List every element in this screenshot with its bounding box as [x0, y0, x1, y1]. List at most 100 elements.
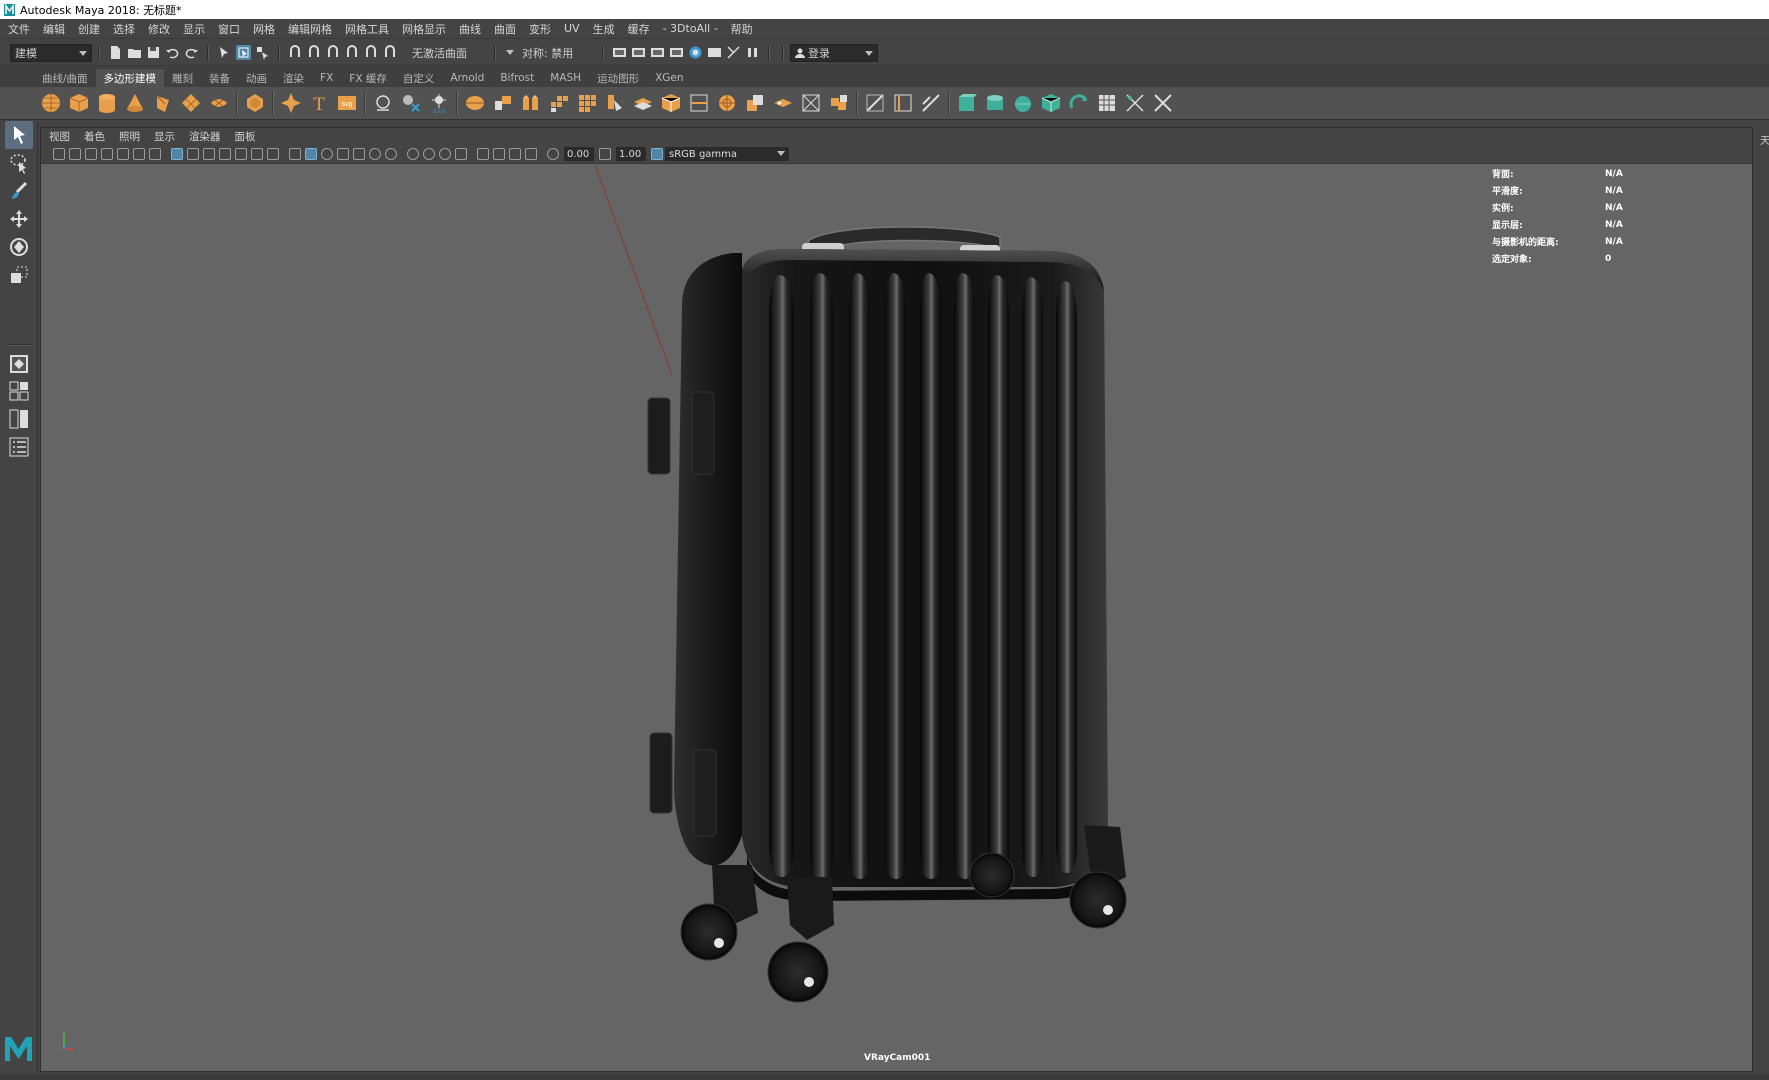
menu-surfaces[interactable]: 曲面 — [494, 21, 516, 37]
extrude-icon[interactable] — [630, 90, 656, 116]
tab-custom[interactable]: 自定义 — [395, 69, 443, 87]
svg-icon[interactable]: svg — [334, 90, 360, 116]
time-slider[interactable] — [0, 1074, 1769, 1080]
view-transform-dropdown[interactable]: sRGB gamma — [665, 147, 789, 161]
new-scene-icon[interactable] — [108, 45, 123, 60]
select-hierarchy-icon[interactable] — [217, 45, 232, 60]
quad-draw-icon[interactable] — [398, 90, 424, 116]
single-perspective-layout[interactable] — [5, 350, 33, 378]
grease-pencil-icon[interactable] — [149, 148, 161, 160]
tab-mash[interactable]: MASH — [542, 69, 589, 87]
image-plane-icon[interactable] — [117, 148, 129, 160]
wireframe-icon[interactable] — [289, 148, 301, 160]
edge-loop-icon[interactable] — [918, 90, 944, 116]
shadows-icon[interactable] — [385, 148, 397, 160]
panel-menu-renderer[interactable]: 渲染器 — [189, 129, 221, 144]
menu-mesh[interactable]: 网格 — [253, 21, 275, 37]
color-management-icon[interactable] — [651, 148, 663, 160]
poly-torus-icon[interactable] — [150, 90, 176, 116]
gate-mask-icon[interactable] — [219, 148, 231, 160]
symmetry-field[interactable]: 对称: 禁用 — [518, 43, 596, 62]
panel-menu-view[interactable]: 视图 — [49, 129, 70, 144]
hypershade-icon[interactable] — [688, 45, 703, 60]
menu-file[interactable]: 文件 — [8, 21, 30, 37]
menu-3dtoall[interactable]: - 3DtoAll - — [663, 22, 718, 35]
poly-platonic-icon[interactable] — [242, 90, 268, 116]
panel-menu-panels[interactable]: 面板 — [235, 129, 256, 144]
safe-action-icon[interactable] — [251, 148, 263, 160]
safe-title-icon[interactable] — [267, 148, 279, 160]
menu-create[interactable]: 创建 — [78, 21, 100, 37]
lights-icon[interactable] — [369, 148, 381, 160]
menu-edit[interactable]: 编辑 — [43, 21, 65, 37]
append-icon[interactable] — [714, 90, 740, 116]
menu-curves[interactable]: 曲线 — [459, 21, 481, 37]
target-weld-icon[interactable] — [890, 90, 916, 116]
menu-modify[interactable]: 修改 — [148, 21, 170, 37]
connect-icon[interactable] — [826, 90, 852, 116]
menu-cache[interactable]: 缓存 — [628, 21, 650, 37]
film-gate-icon[interactable] — [187, 148, 199, 160]
text-icon[interactable]: T — [306, 90, 332, 116]
scale-tool[interactable] — [5, 261, 33, 289]
render-view-icon[interactable] — [612, 45, 627, 60]
menu-mesh-display[interactable]: 网格显示 — [402, 21, 446, 37]
smooth-shade-icon[interactable] — [305, 148, 317, 160]
menu-display[interactable]: 显示 — [183, 21, 205, 37]
menu-help[interactable]: 帮助 — [731, 21, 753, 37]
multi-cut-icon[interactable] — [862, 90, 888, 116]
panel-menu-shading[interactable]: 着色 — [84, 129, 105, 144]
tab-curves-surfaces[interactable]: 曲线/曲面 — [34, 69, 96, 87]
tab-animation[interactable]: 动画 — [238, 69, 275, 87]
camera-lock-icon[interactable] — [85, 148, 97, 160]
tab-fx[interactable]: FX — [312, 69, 341, 87]
camera-select-icon[interactable] — [69, 148, 81, 160]
select-component-icon[interactable] — [255, 45, 270, 60]
open-scene-icon[interactable] — [127, 45, 142, 60]
exposure-icon[interactable] — [547, 148, 559, 160]
bridge-icon[interactable] — [686, 90, 712, 116]
move-tool[interactable] — [5, 205, 33, 233]
snap-curve-icon[interactable] — [307, 45, 322, 60]
uv-sew-icon[interactable] — [1150, 90, 1176, 116]
uv-automatic-icon[interactable] — [1038, 90, 1064, 116]
live-surface-field[interactable]: 无激活曲面 — [408, 43, 488, 62]
uv-unfold-icon[interactable] — [1066, 90, 1092, 116]
panel-menu-lighting[interactable]: 照明 — [119, 129, 140, 144]
paint-select-tool[interactable] — [5, 177, 33, 205]
four-view-layout[interactable] — [5, 377, 33, 405]
xray-joints-icon[interactable] — [525, 148, 537, 160]
tab-arnold[interactable]: Arnold — [442, 69, 492, 87]
uv-editor-icon[interactable] — [1094, 90, 1120, 116]
chevron-down-icon[interactable] — [506, 50, 514, 55]
uv-cut-icon[interactable] — [1122, 90, 1148, 116]
undo-icon[interactable] — [165, 45, 180, 60]
select-object-icon[interactable] — [236, 45, 251, 60]
uv-cylindrical-icon[interactable] — [982, 90, 1008, 116]
tab-xgen[interactable]: XGen — [647, 69, 691, 87]
tab-rendering[interactable]: 渲染 — [275, 69, 312, 87]
uv-spherical-icon[interactable] — [1010, 90, 1036, 116]
render-frame-icon[interactable] — [631, 45, 646, 60]
tab-motion-graphics[interactable]: 运动图形 — [589, 69, 647, 87]
snap-grid-icon[interactable] — [288, 45, 303, 60]
mirror-icon[interactable] — [602, 90, 628, 116]
2d-pan-zoom-icon[interactable] — [133, 148, 145, 160]
textured-icon[interactable] — [353, 148, 365, 160]
ipr-render-icon[interactable] — [650, 45, 665, 60]
perspective-viewport[interactable]: 背面: N/A 平滑度: N/A 实例: N/A 显示层: N/A 与摄影机的距离: N/… — [42, 165, 1752, 1071]
isolate-select-icon[interactable] — [477, 148, 489, 160]
rotate-tool[interactable] — [5, 233, 33, 261]
poly-cube-icon[interactable] — [66, 90, 92, 116]
save-scene-icon[interactable] — [146, 45, 161, 60]
poly-cone-icon[interactable] — [122, 90, 148, 116]
smooth-icon[interactable] — [518, 90, 544, 116]
tab-sculpting[interactable]: 雕刻 — [164, 69, 201, 87]
separate-icon[interactable] — [490, 90, 516, 116]
grid-icon[interactable] — [171, 148, 183, 160]
outliner-layout[interactable] — [5, 433, 33, 461]
persp-outliner-layout[interactable] — [5, 405, 33, 433]
poly-sphere-icon[interactable] — [38, 90, 64, 116]
poly-disc-icon[interactable] — [206, 90, 232, 116]
xray-active-icon[interactable] — [509, 148, 521, 160]
